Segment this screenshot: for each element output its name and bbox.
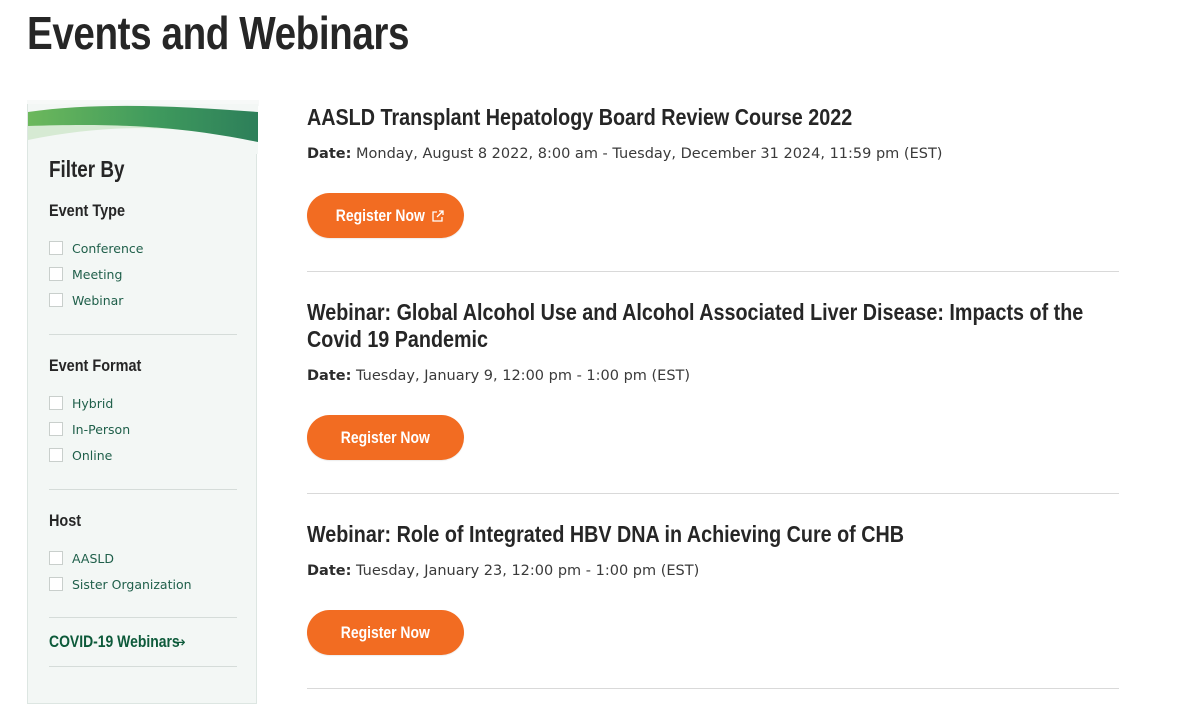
event-date: Date: Tuesday, January 9, 12:00 pm - 1:0… (307, 368, 690, 384)
covid-19-webinars-link[interactable]: COVID-19 Webinars → (49, 632, 186, 652)
event-date-label: Date: (307, 146, 352, 162)
checkbox[interactable] (49, 551, 63, 565)
event-title[interactable]: Webinar: Global Alcohol Use and Alcohol … (307, 299, 1113, 353)
event-item: AASLD Transplant Hepatology Board Review… (307, 104, 1119, 272)
divider (49, 334, 237, 335)
checkbox[interactable] (49, 448, 63, 462)
filter-group-title-host: Host (49, 511, 82, 530)
filter-group-title-event-type: Event Type (49, 201, 126, 220)
checkbox[interactable] (49, 293, 63, 307)
filter-option-label: AASLD (72, 550, 114, 566)
divider (49, 489, 237, 490)
covid-19-webinars-label: COVID-19 Webinars (49, 632, 180, 651)
event-divider (307, 493, 1119, 494)
filter-option-label: Hybrid (72, 395, 114, 411)
register-now-button[interactable]: Register Now (307, 193, 464, 238)
register-now-label: Register Now (340, 622, 431, 642)
event-date-value: Tuesday, January 9, 12:00 pm - 1:00 pm (… (356, 368, 691, 384)
checkbox[interactable] (49, 267, 63, 281)
filter-option-label: Conference (72, 240, 144, 256)
register-now-button[interactable]: Register Now (307, 415, 464, 460)
filter-option-webinar[interactable]: Webinar (49, 291, 123, 309)
register-now-label: Register Now (335, 205, 426, 225)
page-title: Events and Webinars (27, 7, 410, 59)
register-now-label: Register Now (340, 427, 431, 447)
filter-title: Filter By (49, 156, 125, 182)
filter-option-label: Meeting (72, 266, 123, 282)
event-date-label: Date: (307, 563, 352, 579)
filter-option-label: Webinar (72, 292, 124, 308)
filter-option-sister-organization[interactable]: Sister Organization (49, 575, 192, 593)
event-title[interactable]: Webinar: Role of Integrated HBV DNA in A… (307, 521, 1113, 548)
event-date: Date: Tuesday, January 23, 12:00 pm - 1:… (307, 563, 699, 579)
external-link-icon (432, 209, 444, 222)
event-date-value: Tuesday, January 23, 12:00 pm - 1:00 pm … (356, 563, 700, 579)
filter-option-aasld[interactable]: AASLD (49, 549, 114, 567)
checkbox[interactable] (49, 241, 63, 255)
checkbox[interactable] (49, 396, 63, 410)
event-date-value: Monday, August 8 2022, 8:00 am - Tuesday… (356, 146, 943, 162)
event-title[interactable]: AASLD Transplant Hepatology Board Review… (307, 104, 1113, 131)
register-now-button[interactable]: Register Now (307, 610, 464, 655)
checkbox[interactable] (49, 422, 63, 436)
sidebar-header-wave (28, 104, 258, 154)
checkbox[interactable] (49, 577, 63, 591)
filter-option-meeting[interactable]: Meeting (49, 265, 122, 283)
filter-option-in-person[interactable]: In-Person (49, 420, 130, 438)
filter-option-label: Sister Organization (72, 576, 192, 592)
filter-option-conference[interactable]: Conference (49, 239, 143, 257)
filter-option-label: Online (72, 447, 113, 463)
event-date-label: Date: (307, 368, 352, 384)
divider (49, 617, 237, 618)
event-divider (307, 271, 1119, 272)
divider (49, 666, 237, 667)
filter-sidebar: Filter By Event Type Conference Meeting … (27, 104, 258, 704)
filter-group-title-event-format: Event Format (49, 356, 142, 375)
event-divider (307, 688, 1119, 689)
event-item: Webinar: Role of Integrated HBV DNA in A… (307, 521, 1119, 689)
event-date: Date: Monday, August 8 2022, 8:00 am - T… (307, 146, 942, 162)
event-item: Webinar: Global Alcohol Use and Alcohol … (307, 299, 1119, 494)
filter-option-hybrid[interactable]: Hybrid (49, 394, 113, 412)
filter-option-label: In-Person (72, 421, 131, 437)
filter-option-online[interactable]: Online (49, 446, 112, 464)
